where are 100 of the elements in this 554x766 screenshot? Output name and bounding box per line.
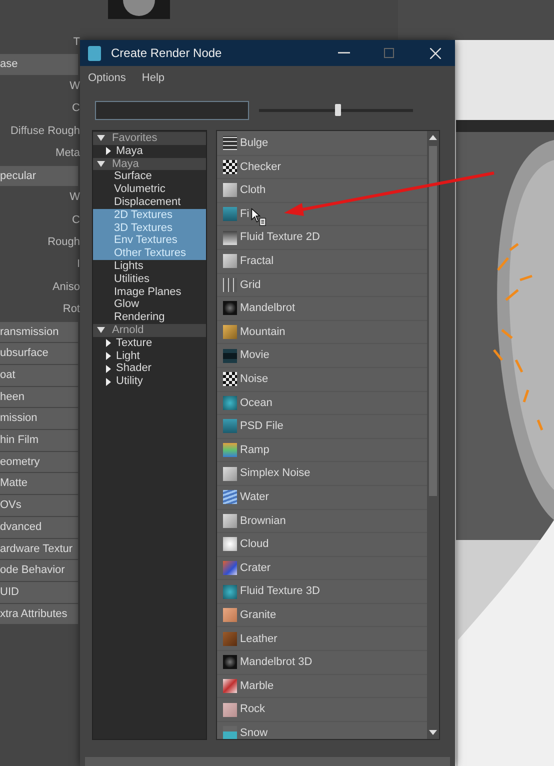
checker-icon (223, 160, 237, 174)
swatch-icon (223, 466, 237, 481)
node-item[interactable]: Fluid Texture 2D (217, 226, 427, 250)
triangle-down-icon[interactable] (97, 327, 105, 334)
node-item[interactable]: Cloth (217, 179, 427, 203)
triangle-down-icon[interactable] (97, 135, 105, 142)
tree-category[interactable]: Favorites (93, 132, 206, 145)
tree-item[interactable]: Rendering (93, 311, 206, 324)
node-item[interactable]: Checker (217, 156, 427, 180)
swatch-icon (223, 537, 237, 552)
scroll-down-icon[interactable] (429, 730, 437, 735)
section-header[interactable]: dvanced (0, 516, 78, 538)
node-item[interactable]: Marble (217, 674, 427, 698)
tree-item[interactable]: Light (93, 350, 206, 362)
tree-item[interactable]: Displacement (93, 196, 206, 209)
tree-item[interactable]: Env Textures (93, 234, 206, 248)
tree-item[interactable]: 3D Textures (93, 222, 206, 234)
section-header[interactable]: hin Film (0, 430, 78, 451)
attribute-label: C (72, 101, 80, 116)
node-item[interactable]: Ramp (217, 438, 427, 462)
attribute-label: Aniso (52, 280, 80, 295)
section-header[interactable]: UID (0, 582, 78, 603)
window-title: Create Render Node (111, 45, 223, 62)
tree-item[interactable]: 2D Textures (93, 208, 206, 222)
scroll-up-icon[interactable] (429, 135, 437, 140)
section-header[interactable]: mission (0, 408, 78, 430)
node-item[interactable]: Leather (217, 627, 427, 652)
tree-category[interactable]: Maya (93, 158, 206, 170)
section-header[interactable]: oat (0, 365, 78, 386)
triangle-down-icon[interactable] (97, 160, 105, 167)
size-slider[interactable] (259, 104, 413, 116)
node-item[interactable]: Ocean (217, 392, 427, 416)
minimize-icon[interactable] (338, 52, 350, 54)
tree-item[interactable]: Texture (93, 336, 206, 350)
swatch-icon (223, 655, 237, 670)
attribute-label: Rough (48, 235, 80, 250)
node-item[interactable]: Water (217, 486, 427, 510)
tree-item[interactable]: Lights (93, 260, 206, 273)
node-item[interactable]: PSD File (217, 415, 427, 439)
node-item[interactable]: Movie (217, 344, 427, 368)
tree-item[interactable]: Surface (93, 170, 206, 184)
tree-item[interactable]: Utility (93, 375, 206, 388)
node-item[interactable]: Mandelbrot (217, 297, 427, 321)
scrollbar[interactable] (427, 131, 439, 739)
section-header[interactable]: ubsurface (0, 343, 78, 364)
attribute-label: I (76, 257, 80, 272)
attribute-label: C (72, 212, 80, 228)
node-item[interactable]: Rock (217, 698, 427, 722)
section-header[interactable]: pecular (0, 166, 78, 186)
swatch-icon (223, 608, 237, 622)
close-icon[interactable] (430, 48, 441, 58)
node-item[interactable]: Fluid Texture 3D (217, 580, 427, 604)
node-item[interactable]: Mandelbrot 3D (217, 651, 427, 675)
section-header[interactable]: OVs (0, 495, 78, 516)
attribute-label: Diffuse Rough (10, 124, 80, 139)
node-item[interactable]: Granite (217, 604, 427, 628)
section-header[interactable]: ardware Textur (0, 538, 78, 560)
tree-item[interactable]: Image Planes (93, 286, 206, 298)
section-header[interactable]: ransmission (0, 322, 78, 342)
section-header[interactable]: Matte (0, 473, 78, 494)
attribute-label: W (70, 79, 80, 94)
menu-item[interactable]: Help (142, 70, 165, 86)
node-item[interactable]: Noise (217, 368, 427, 392)
menu-item[interactable]: Options (88, 70, 126, 86)
tree-category[interactable]: Arnold (93, 324, 206, 337)
section-header[interactable]: ase (0, 54, 78, 76)
node-item[interactable]: Simplex Noise (217, 462, 427, 486)
node-item[interactable]: Grid (217, 274, 427, 298)
section-header[interactable]: heen (0, 386, 78, 408)
gradient-icon (223, 443, 237, 458)
swatch-icon (223, 254, 237, 268)
checker-icon (223, 372, 237, 386)
search-field[interactable] (95, 100, 249, 120)
triangle-right-icon[interactable] (106, 147, 111, 156)
swatch-icon (223, 325, 237, 340)
tree-item[interactable]: Other Textures (93, 247, 206, 260)
node-item[interactable]: Cloud (217, 533, 427, 557)
section-header[interactable]: ode Behavior (0, 560, 78, 581)
node-item[interactable]: Fractal (217, 250, 427, 274)
tree-item[interactable]: Shader (93, 362, 206, 376)
swatch-icon (223, 584, 237, 599)
node-item[interactable]: Brownian (217, 510, 427, 534)
node-item[interactable]: Crater (217, 556, 427, 580)
swatch-icon (223, 183, 237, 198)
node-item[interactable]: Bulge (217, 132, 427, 156)
attribute-label: T (73, 34, 80, 50)
node-item[interactable]: Mountain (217, 320, 427, 344)
maximize-icon[interactable] (384, 48, 394, 58)
swatch-icon (223, 632, 237, 646)
tree-item[interactable]: Volumetric (93, 183, 206, 196)
tree-item[interactable]: Utilities (93, 272, 206, 286)
section-header[interactable]: eometry (0, 452, 78, 472)
slider-thumb[interactable] (334, 104, 341, 116)
tree-item[interactable]: Maya (93, 144, 206, 158)
section-header[interactable]: xtra Attributes (0, 604, 78, 624)
tree-item[interactable]: Glow (93, 298, 206, 312)
attribute-label: W (70, 190, 80, 206)
node-item[interactable]: Snow (217, 722, 427, 739)
attribute-label: Meta (56, 146, 80, 162)
swatch-icon (223, 702, 237, 717)
